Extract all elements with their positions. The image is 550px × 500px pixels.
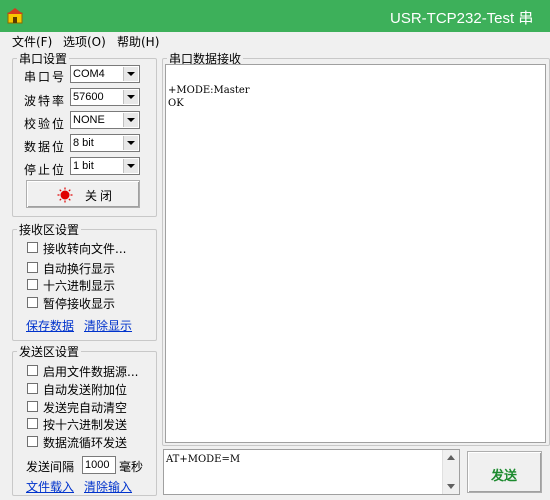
databits-value: 8 bit: [73, 137, 94, 149]
send-textarea[interactable]: AT+MODE=M: [163, 449, 460, 495]
menu-options[interactable]: 选项(O): [63, 33, 106, 50]
auto-clear-checkbox[interactable]: [27, 401, 38, 412]
chevron-down-icon[interactable]: [123, 67, 138, 81]
serial-settings-legend: 串口设置: [19, 52, 68, 66]
receive-line: OK: [168, 98, 184, 109]
pause-display-label: 暂停接收显示: [43, 297, 116, 311]
clear-display-link[interactable]: 清除显示: [84, 317, 132, 334]
scroll-down-icon[interactable]: [447, 484, 455, 489]
port-select[interactable]: COM4: [70, 65, 140, 83]
status-led-icon: [57, 187, 73, 203]
interval-input[interactable]: 1000: [82, 456, 116, 474]
chevron-down-icon[interactable]: [123, 90, 138, 104]
chevron-down-icon[interactable]: [123, 159, 138, 173]
parity-label: 校验位: [24, 117, 67, 131]
interval-unit: 毫秒: [119, 460, 144, 474]
file-source-label: 启用文件数据源...: [43, 365, 139, 379]
interval-label: 发送间隔: [26, 460, 75, 474]
stopbits-label: 停止位: [24, 163, 67, 177]
baud-value: 57600: [73, 91, 104, 103]
parity-value: NONE: [73, 114, 105, 126]
hex-display-label: 十六进制显示: [43, 279, 116, 293]
save-data-link[interactable]: 保存数据: [26, 317, 74, 334]
receive-line: +MODE:Master: [168, 85, 250, 96]
loop-send-label: 数据流循环发送: [43, 436, 128, 450]
auto-wrap-checkbox[interactable]: [27, 262, 38, 273]
baud-select[interactable]: 57600: [70, 88, 140, 106]
close-port-button[interactable]: 关闭: [26, 180, 140, 208]
window-title: USR-TCP232-Test 串: [390, 10, 534, 27]
send-input-text: AT+MODE=M: [166, 454, 241, 465]
parity-select[interactable]: NONE: [70, 111, 140, 129]
title-bar: USR-TCP232-Test 串: [0, 0, 550, 32]
baud-label: 波特率: [24, 94, 67, 108]
send-button-label: 发送: [491, 469, 518, 484]
menu-file[interactable]: 文件(F): [12, 33, 52, 50]
chevron-down-icon[interactable]: [123, 113, 138, 127]
databits-select[interactable]: 8 bit: [70, 134, 140, 152]
send-button[interactable]: 发送: [467, 451, 542, 493]
scroll-up-icon[interactable]: [447, 455, 455, 460]
receive-textarea[interactable]: +MODE:Master OK: [165, 64, 546, 443]
loop-send-checkbox[interactable]: [27, 436, 38, 447]
receive-to-file-label: 接收转向文件...: [43, 242, 127, 256]
port-value: COM4: [73, 68, 105, 80]
send-scrollbar[interactable]: [442, 450, 459, 494]
file-source-checkbox[interactable]: [27, 365, 38, 376]
clear-input-link[interactable]: 清除输入: [84, 478, 132, 495]
auto-wrap-label: 自动换行显示: [43, 262, 116, 276]
menu-bar: 文件(F) 选项(O) 帮助(H): [0, 32, 550, 50]
load-file-link[interactable]: 文件载入: [26, 478, 74, 495]
auto-append-label: 自动发送附加位: [43, 383, 128, 397]
app-icon: [7, 8, 23, 24]
close-port-label: 关闭: [85, 189, 116, 203]
receive-settings-legend: 接收区设置: [19, 223, 80, 237]
port-label: 串口号: [24, 70, 67, 84]
hex-send-checkbox[interactable]: [27, 418, 38, 429]
auto-append-checkbox[interactable]: [27, 383, 38, 394]
menu-help[interactable]: 帮助(H): [117, 33, 159, 50]
chevron-down-icon[interactable]: [123, 136, 138, 150]
auto-clear-label: 发送完自动清空: [43, 401, 128, 415]
hex-send-label: 按十六进制发送: [43, 418, 128, 432]
stopbits-value: 1 bit: [73, 160, 94, 172]
databits-label: 数据位: [24, 140, 67, 154]
receive-to-file-checkbox[interactable]: [27, 242, 38, 253]
hex-display-checkbox[interactable]: [27, 279, 38, 290]
pause-display-checkbox[interactable]: [27, 297, 38, 308]
send-settings-legend: 发送区设置: [19, 345, 80, 359]
stopbits-select[interactable]: 1 bit: [70, 157, 140, 175]
